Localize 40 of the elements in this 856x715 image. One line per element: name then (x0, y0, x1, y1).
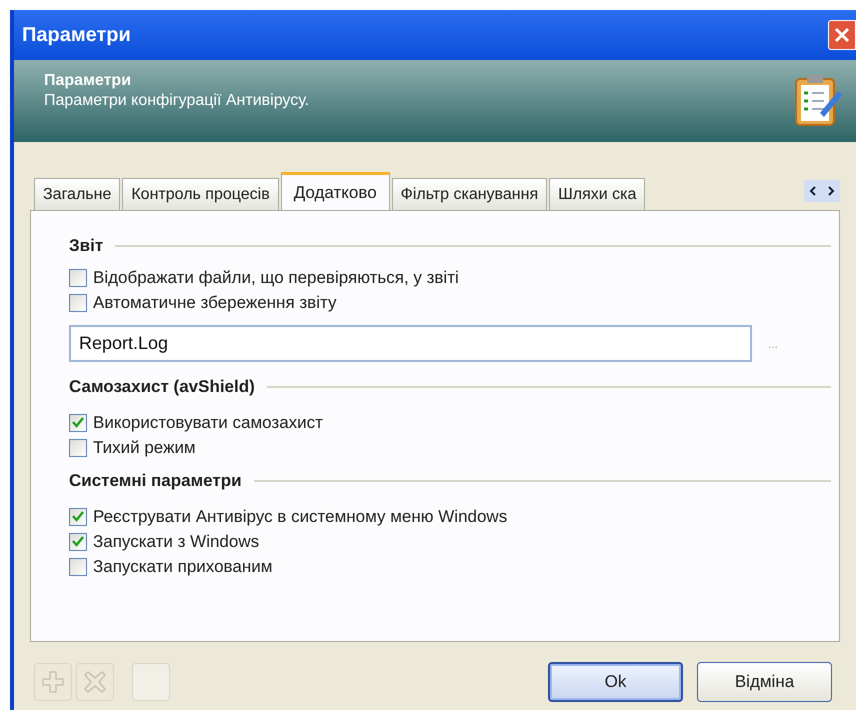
checkbox-label: Тихий режим (93, 436, 196, 459)
checkbox-label: Використовувати самозахист (93, 412, 323, 434)
scroll-left-button[interactable] (804, 180, 822, 202)
check-icon (72, 417, 84, 428)
checkbox[interactable] (69, 414, 87, 432)
checkbox-label: Запускати прихованим (93, 556, 272, 578)
close-icon (834, 27, 850, 43)
checkbox[interactable] (69, 508, 87, 526)
tab[interactable]: Фільтр сканування (392, 178, 548, 210)
scroll-right-button[interactable] (822, 180, 840, 202)
chevron-left-icon (809, 186, 817, 196)
add-icon (34, 663, 72, 701)
file-name-field[interactable]: Report.Log (69, 325, 752, 362)
section-title: Самозахист (avShield) (69, 376, 255, 398)
clipboard-icon (792, 73, 844, 129)
checkbox[interactable] (69, 268, 87, 286)
checkbox-label: Реєструвати Антивірус в системному меню Windows (93, 506, 508, 528)
section-title: Звіт (69, 235, 104, 258)
dialog-button[interactable]: Відміна (697, 662, 832, 702)
header-title: Параметри (44, 71, 132, 91)
tab[interactable]: Додатково (280, 172, 390, 210)
checkbox[interactable] (69, 294, 87, 312)
chevron-right-icon (827, 186, 835, 196)
tab[interactable]: Загальне (34, 178, 120, 210)
checkbox[interactable] (69, 438, 87, 456)
section-title: Системні параметри (69, 470, 242, 492)
checkbox-label: Відображати файли, що перевіряються, у звіті (93, 266, 459, 289)
tab[interactable]: Шляхи ска (549, 178, 646, 210)
remove-icon (76, 663, 114, 701)
checkbox[interactable] (69, 558, 87, 576)
window-title: Параметри (22, 23, 131, 48)
check-icon (72, 536, 84, 547)
checkbox-label: Автоматичне збереження звіту (93, 292, 336, 314)
check-icon (72, 511, 84, 522)
tab[interactable]: Контроль процесів (122, 178, 279, 210)
dialog-button[interactable]: Ok (548, 662, 683, 702)
close-button[interactable] (828, 20, 856, 50)
checkbox-label: Запускати з Windows (93, 530, 260, 553)
checkbox[interactable] (69, 532, 87, 550)
header-subtitle: Параметри конфігурації Антивірусу. (44, 91, 310, 111)
